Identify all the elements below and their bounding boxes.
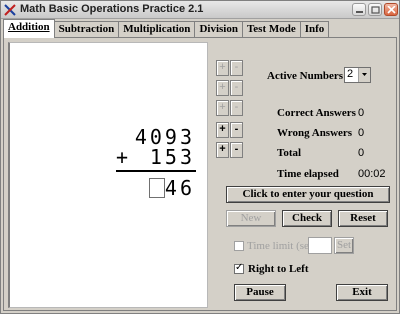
digit-plus-button[interactable]: + <box>216 60 229 76</box>
time-limit-checkbox[interactable] <box>234 241 244 251</box>
second-operand: 153 <box>149 145 195 169</box>
time-elapsed-value: 00:02 <box>358 168 386 180</box>
new-button[interactable]: New <box>226 210 276 227</box>
checkmark-icon: ✓ <box>235 262 244 273</box>
correct-answers-value: 0 <box>358 107 365 119</box>
digit-minus-button[interactable]: - <box>230 142 243 158</box>
right-to-left-label: Right to Left <box>248 263 309 275</box>
digit-minus-button[interactable]: - <box>230 100 243 116</box>
close-button[interactable] <box>384 3 398 16</box>
time-elapsed-label: Time elapsed <box>277 168 339 180</box>
total-value: 0 <box>358 147 365 159</box>
digit-plus-button[interactable]: + <box>216 142 229 158</box>
maximize-button[interactable] <box>368 3 382 16</box>
addition-panel: 4093 + 153 46 + - + - + - + - + - Active… <box>3 37 397 311</box>
sum-line <box>116 170 196 172</box>
total-label: Total <box>277 147 302 159</box>
tab-test-mode[interactable]: Test Mode <box>241 21 301 38</box>
minimize-icon <box>356 11 363 13</box>
digit-minus-button[interactable]: - <box>230 60 243 76</box>
check-button[interactable]: Check <box>282 210 332 227</box>
digit-plus-button[interactable]: + <box>216 100 229 116</box>
exit-button[interactable]: Exit <box>336 284 388 301</box>
wrong-answers-label: Wrong Answers <box>277 127 353 139</box>
reset-button[interactable]: Reset <box>338 210 388 227</box>
enter-question-button[interactable]: Click to enter your question <box>226 186 390 203</box>
title-bar[interactable]: Math Basic Operations Practice 2.1 <box>1 1 399 19</box>
active-numbers-label: Active Numbers <box>267 70 344 82</box>
time-limit-label: Time limit (sec) <box>247 240 318 252</box>
tab-subtraction[interactable]: Subtraction <box>53 21 120 38</box>
tab-division[interactable]: Division <box>194 21 243 38</box>
maximize-icon <box>371 6 380 14</box>
operation-tabs: Addition Subtraction Multiplication Divi… <box>3 19 330 38</box>
problem-area: 4093 + 153 46 <box>8 42 208 308</box>
operator-sign: + <box>116 145 129 169</box>
digit-minus-button[interactable]: - <box>230 122 243 138</box>
active-numbers-select[interactable]: 2 <box>344 67 371 83</box>
pause-button[interactable]: Pause <box>234 284 286 301</box>
close-icon <box>387 6 396 14</box>
wrong-answers-value: 0 <box>358 127 365 139</box>
correct-answers-label: Correct Answers <box>277 107 356 119</box>
answer-digits: 46 <box>164 176 195 200</box>
tab-multiplication[interactable]: Multiplication <box>118 21 196 38</box>
answer-digit-input[interactable] <box>149 178 165 198</box>
minimize-button[interactable] <box>352 3 366 16</box>
digit-plus-button[interactable]: + <box>216 122 229 138</box>
set-button[interactable]: Set <box>334 237 354 254</box>
chevron-down-icon <box>358 68 370 82</box>
math-app-icon <box>4 4 16 16</box>
window-title: Math Basic Operations Practice 2.1 <box>20 3 204 15</box>
app-window: Math Basic Operations Practice 2.1 Addit… <box>0 0 400 314</box>
tab-info[interactable]: Info <box>299 21 330 38</box>
active-numbers-value: 2 <box>347 68 354 80</box>
right-to-left-checkbox[interactable]: ✓ <box>234 262 244 274</box>
time-limit-input[interactable] <box>308 237 332 254</box>
digit-minus-button[interactable]: - <box>230 80 243 96</box>
tab-addition[interactable]: Addition <box>3 19 55 38</box>
digit-plus-button[interactable]: + <box>216 80 229 96</box>
